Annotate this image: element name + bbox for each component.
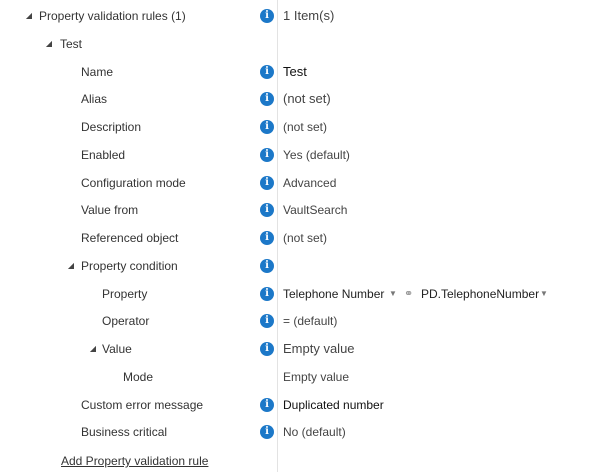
rules-label: Property validation rules (1) xyxy=(39,9,186,23)
name-label: Name xyxy=(81,65,114,79)
custom-error-message-value[interactable]: Duplicated number xyxy=(283,392,384,418)
custom-error-message-label: Custom error message xyxy=(81,398,204,412)
info-icon[interactable]: i xyxy=(260,287,274,301)
row-value-from[interactable]: Value from i VaultSearch xyxy=(0,197,596,223)
rules-value: 1 Item(s) xyxy=(283,8,335,23)
row-custom-error-message[interactable]: Custom error message i Duplicated number xyxy=(0,392,596,418)
referenced-object-value[interactable]: (not set) xyxy=(283,225,327,251)
row-description[interactable]: Description i (not set) xyxy=(0,114,596,140)
collapse-icon[interactable]: ◢ xyxy=(24,3,34,29)
rule-label: Test xyxy=(60,37,83,51)
info-icon[interactable]: i xyxy=(260,176,274,190)
row-property-condition[interactable]: ◢ Property condition i xyxy=(0,253,596,279)
info-icon[interactable]: i xyxy=(260,259,274,273)
row-configuration-mode[interactable]: Configuration mode i Advanced xyxy=(0,170,596,196)
info-icon[interactable]: i xyxy=(260,92,274,106)
property-internal-select[interactable]: PD.TelephoneNumber xyxy=(421,281,539,307)
referenced-object-label: Referenced object xyxy=(81,231,179,245)
business-critical-value[interactable]: No (default) xyxy=(283,419,346,445)
alias-value[interactable]: (not set) xyxy=(283,86,331,112)
collapse-icon[interactable]: ◢ xyxy=(44,31,54,57)
add-property-validation-rule-link[interactable]: Add Property validation rule xyxy=(61,448,208,474)
info-icon[interactable]: i xyxy=(260,231,274,245)
operator-label: Operator xyxy=(102,314,150,328)
row-enabled[interactable]: Enabled i Yes (default) xyxy=(0,142,596,168)
info-icon[interactable]: i xyxy=(260,148,274,162)
value-from-value[interactable]: VaultSearch xyxy=(283,197,347,223)
info-icon[interactable]: i xyxy=(260,9,274,23)
business-critical-label: Business critical xyxy=(81,425,168,439)
name-value[interactable]: Test xyxy=(283,59,307,85)
alias-label: Alias xyxy=(81,92,108,106)
property-label: Property xyxy=(102,287,148,301)
link-icon: ⚭ xyxy=(404,288,414,300)
info-icon[interactable]: i xyxy=(260,425,274,439)
operator-value[interactable]: = (default) xyxy=(283,308,337,334)
row-mode[interactable]: Mode Empty value xyxy=(0,364,596,390)
dropdown-arrow-icon[interactable]: ▼ xyxy=(540,281,548,307)
row-referenced-object[interactable]: Referenced object i (not set) xyxy=(0,225,596,251)
configuration-mode-value[interactable]: Advanced xyxy=(283,170,336,196)
property-condition-label: Property condition xyxy=(81,259,178,273)
mode-label: Mode xyxy=(123,370,154,384)
info-icon[interactable]: i xyxy=(260,203,274,217)
row-alias[interactable]: Alias i (not set) xyxy=(0,86,596,112)
info-icon[interactable]: i xyxy=(260,314,274,328)
mode-value[interactable]: Empty value xyxy=(283,364,349,390)
info-icon[interactable]: i xyxy=(260,398,274,412)
row-property-validation-rules[interactable]: ◢ Property validation rules (1) i 1 Item… xyxy=(0,3,596,29)
collapse-icon[interactable]: ◢ xyxy=(88,336,98,362)
row-property[interactable]: Property i Telephone Number ▼ ⚭ PD.Telep… xyxy=(0,281,596,307)
info-icon[interactable]: i xyxy=(260,342,274,356)
collapse-icon[interactable]: ◢ xyxy=(66,253,76,279)
dropdown-arrow-icon[interactable]: ▼ xyxy=(389,281,397,307)
value-label: Value xyxy=(102,342,132,356)
row-value[interactable]: ◢ Value i Empty value xyxy=(0,336,596,362)
row-operator[interactable]: Operator i = (default) xyxy=(0,308,596,334)
row-rule-test[interactable]: ◢ Test xyxy=(0,31,596,57)
info-icon[interactable]: i xyxy=(260,120,274,134)
enabled-label: Enabled xyxy=(81,148,126,162)
description-value[interactable]: (not set) xyxy=(283,114,327,140)
enabled-value[interactable]: Yes (default) xyxy=(283,142,350,168)
row-name[interactable]: Name i Test xyxy=(0,59,596,85)
row-business-critical[interactable]: Business critical i No (default) xyxy=(0,419,596,445)
value-from-label: Value from xyxy=(81,203,139,217)
value-value[interactable]: Empty value xyxy=(283,336,355,362)
property-display-select[interactable]: Telephone Number xyxy=(283,281,384,307)
info-icon[interactable]: i xyxy=(260,65,274,79)
configuration-mode-label: Configuration mode xyxy=(81,176,186,190)
description-label: Description xyxy=(81,120,142,134)
